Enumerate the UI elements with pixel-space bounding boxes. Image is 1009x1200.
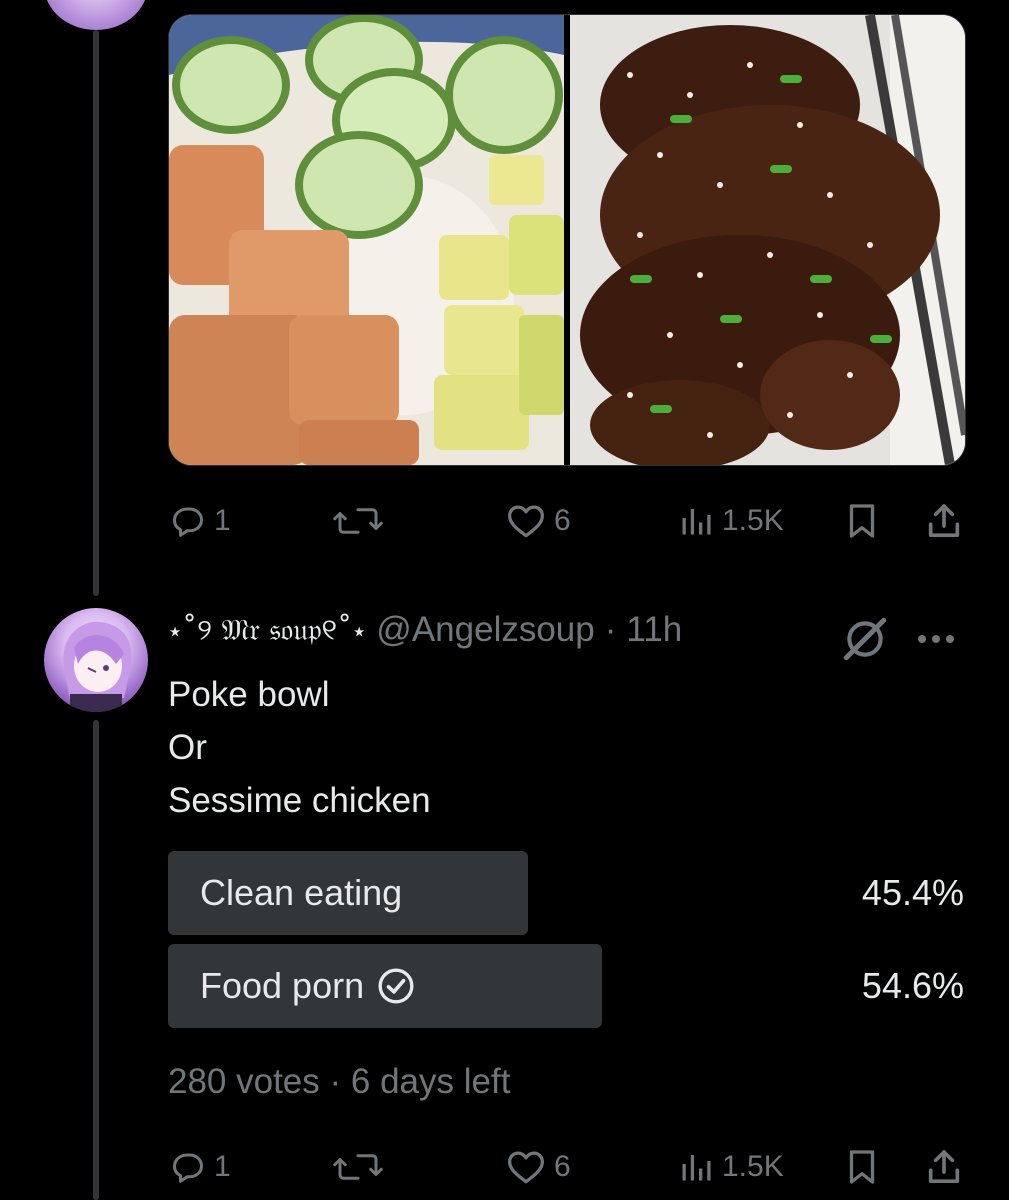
tweet-header-controls: [840, 614, 956, 664]
media-grid: [168, 14, 966, 466]
like-count: 6: [554, 1150, 571, 1183]
like-button[interactable]: 6: [506, 1149, 571, 1185]
share-button[interactable]: [924, 1147, 964, 1187]
poll-votes: 280 votes: [168, 1062, 320, 1101]
poll-meta: 280 votes · 6 days left: [168, 1062, 510, 1102]
media-image-right[interactable]: [570, 15, 965, 465]
user-handle[interactable]: @Angelzsoup: [376, 610, 594, 650]
display-name[interactable]: ⋆˚୨ 𝔐𝔯 𝔰𝔬𝔲𝔭୧˚⋆: [168, 613, 366, 648]
tweet-text-line: Or: [168, 728, 207, 767]
bookmark-icon: [849, 504, 875, 538]
reply-count: 1: [214, 504, 231, 537]
tweet-text-line: Poke bowl: [168, 675, 330, 714]
repost-icon: [333, 508, 383, 534]
repost-button[interactable]: [332, 503, 384, 539]
poll-option-label: Food porn: [200, 944, 416, 1028]
tweet-text: Poke bowl Or Sessime chicken: [168, 668, 431, 827]
views-button[interactable]: 1.5K: [678, 503, 784, 539]
poke-bowl-image: [169, 15, 564, 465]
views-icon: [682, 1155, 711, 1181]
media-image-left[interactable]: [169, 15, 564, 465]
poll-option-text: Clean eating: [200, 872, 403, 913]
reply-icon: [173, 1153, 203, 1183]
tweet-text-line: Sessime chicken: [168, 781, 431, 820]
tweet-actions-top: 1 6 1.5K: [168, 496, 964, 546]
share-icon: [928, 1150, 960, 1183]
repost-button[interactable]: [332, 1149, 384, 1185]
bookmark-button[interactable]: [844, 1147, 880, 1187]
like-button[interactable]: 6: [506, 503, 571, 539]
sesame-chicken-image: [570, 15, 965, 465]
like-icon: [508, 505, 544, 538]
timestamp[interactable]: 11h: [626, 610, 682, 650]
more-icon[interactable]: [916, 632, 956, 646]
reply-count: 1: [214, 1150, 231, 1183]
views-button[interactable]: 1.5K: [678, 1149, 784, 1185]
bookmark-button[interactable]: [844, 501, 880, 541]
views-count: 1.5K: [722, 1150, 784, 1183]
poll-option-food-porn[interactable]: Food porn 54.6%: [168, 944, 964, 1028]
reply-button[interactable]: 1: [170, 1149, 231, 1185]
reply-icon: [173, 507, 203, 537]
separator: ·: [329, 1062, 342, 1101]
poll-option-label: Clean eating: [200, 851, 402, 935]
avatar[interactable]: [44, 608, 148, 712]
grok-icon[interactable]: [840, 614, 890, 664]
avatar-image: [63, 621, 132, 712]
bookmark-icon: [849, 1150, 875, 1184]
share-button[interactable]: [924, 501, 964, 541]
reply-button[interactable]: 1: [170, 503, 231, 539]
thread-line-bottom: [93, 720, 99, 1200]
poll-option-percent: 45.4%: [861, 872, 964, 913]
views-icon: [682, 509, 711, 535]
poll-option-percent: 54.6%: [861, 965, 964, 1006]
poll-option-clean-eating[interactable]: Clean eating 45.4%: [168, 851, 964, 935]
share-icon: [928, 504, 960, 537]
avatar[interactable]: [44, 0, 148, 30]
like-icon: [508, 1151, 544, 1184]
poll-option-text: Food porn: [200, 965, 365, 1006]
check-circle-icon: [378, 968, 414, 1004]
tweet-actions-bottom: 1 6 1.5K: [168, 1142, 964, 1192]
views-count: 1.5K: [722, 504, 784, 537]
repost-icon: [333, 1154, 383, 1180]
tweet-header: ⋆˚୨ 𝔐𝔯 𝔰𝔬𝔲𝔭୧˚⋆ @Angelzsoup · 11h: [168, 610, 682, 650]
like-count: 6: [554, 504, 571, 537]
separator: ·: [604, 610, 617, 649]
thread-line-top: [93, 30, 99, 596]
poll-time-left: 6 days left: [350, 1062, 511, 1101]
